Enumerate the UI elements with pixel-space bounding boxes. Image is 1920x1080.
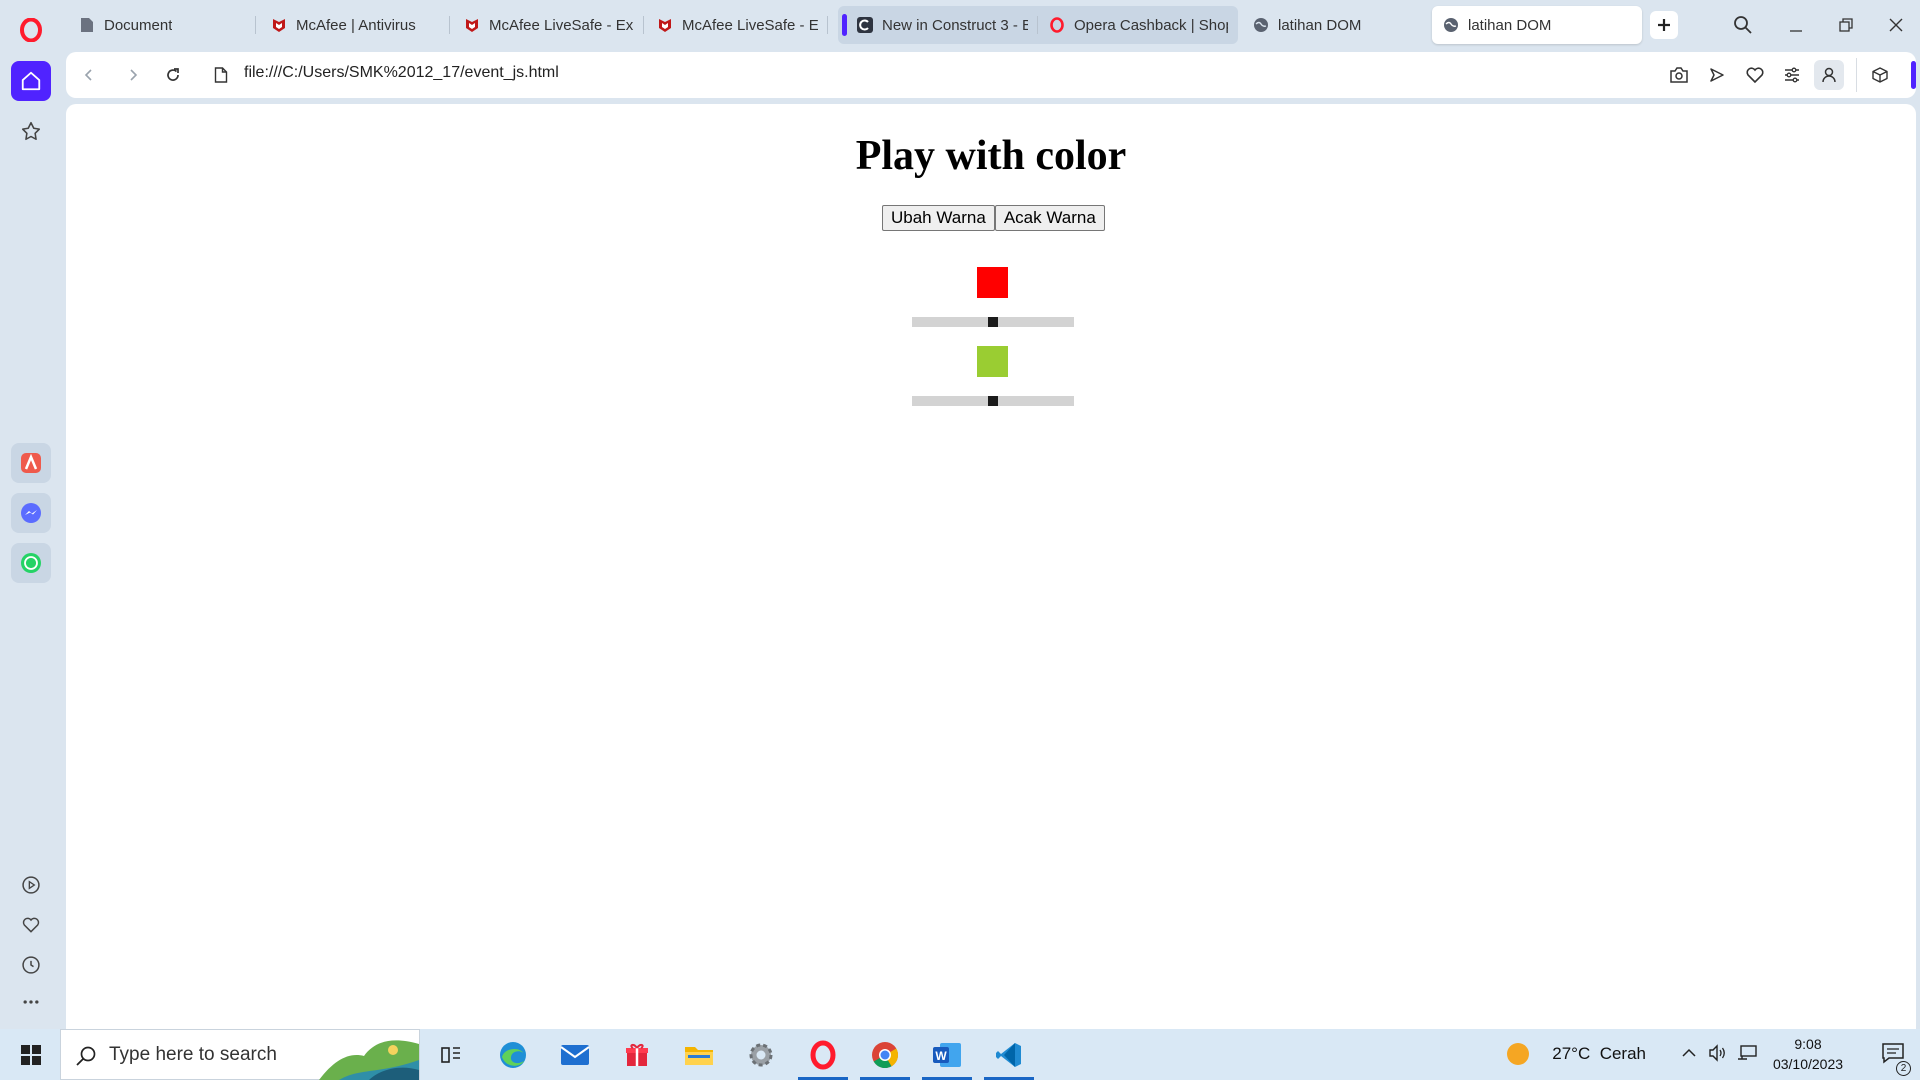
globe-icon bbox=[1252, 16, 1270, 34]
color-slider-1[interactable] bbox=[912, 317, 1074, 327]
weather-widget[interactable]: 27°C Cerah bbox=[1552, 1044, 1646, 1064]
document-icon bbox=[78, 16, 96, 34]
messenger-icon[interactable] bbox=[11, 493, 51, 533]
tab-title: Opera Cashback | Shop bbox=[1074, 16, 1228, 34]
opera-sidebar bbox=[0, 0, 62, 1029]
page-viewport: Play with color Ubah Warna Acak Warna bbox=[66, 104, 1916, 1029]
address-toolbar: file:///C:/Users/SMK%2012_17/event_js.ht… bbox=[66, 52, 1916, 98]
tab-title: latihan DOM bbox=[1278, 16, 1362, 34]
back-icon[interactable] bbox=[74, 60, 104, 90]
windows-start-icon[interactable] bbox=[2, 1029, 60, 1080]
gift-icon[interactable] bbox=[608, 1029, 666, 1080]
word-icon[interactable]: W bbox=[918, 1029, 976, 1080]
file-explorer-icon[interactable] bbox=[670, 1029, 728, 1080]
tab-title: McAfee LiveSafe - Expi bbox=[489, 16, 634, 34]
weather-condition: Cerah bbox=[1599, 1044, 1646, 1063]
mcafee-icon bbox=[656, 16, 674, 34]
tab-title: New in Construct 3 - B bbox=[882, 16, 1028, 34]
tab-title: Document bbox=[104, 16, 173, 34]
history-clock-icon[interactable] bbox=[11, 945, 51, 985]
color-swatch-red bbox=[977, 267, 1008, 298]
bookmark-heart-icon[interactable] bbox=[1740, 60, 1770, 90]
clock[interactable]: 9:08 03/10/2023 bbox=[1768, 1034, 1848, 1074]
extensions-cube-icon[interactable] bbox=[1865, 60, 1895, 90]
notification-count: 2 bbox=[1896, 1061, 1911, 1076]
mcafee-icon bbox=[463, 16, 481, 34]
clock-date: 03/10/2023 bbox=[1772, 1056, 1844, 1072]
color-swatch-green bbox=[977, 346, 1008, 377]
home-icon[interactable] bbox=[11, 61, 51, 101]
notifications-icon[interactable]: 2 bbox=[1880, 1041, 1911, 1076]
page-heading: Play with color bbox=[855, 133, 1127, 179]
send-flow-icon[interactable] bbox=[1702, 60, 1732, 90]
weather-temperature: 27°C bbox=[1552, 1044, 1591, 1063]
weather-sun-icon bbox=[1506, 1042, 1530, 1071]
tab-latihan-dom-active[interactable]: latihan DOM bbox=[1432, 6, 1642, 44]
more-dots-icon[interactable] bbox=[11, 982, 51, 1022]
close-window-icon[interactable] bbox=[1878, 10, 1914, 40]
tab-document[interactable]: Document bbox=[68, 6, 256, 44]
random-color-button[interactable]: Acak Warna bbox=[994, 205, 1105, 231]
construct-icon bbox=[856, 16, 874, 34]
search-icon bbox=[75, 1045, 97, 1072]
svg-text:W: W bbox=[935, 1049, 947, 1063]
mcafee-icon bbox=[270, 16, 288, 34]
slider-thumb[interactable] bbox=[988, 396, 998, 406]
pinboard-icon[interactable] bbox=[11, 111, 51, 151]
snapshot-camera-icon[interactable] bbox=[1664, 60, 1694, 90]
clock-time: 9:08 bbox=[1794, 1036, 1822, 1052]
tab-construct-3[interactable]: New in Construct 3 - B bbox=[838, 6, 1038, 44]
whatsapp-icon[interactable] bbox=[11, 543, 51, 583]
reload-icon[interactable] bbox=[158, 60, 188, 90]
opera-taskbar-icon[interactable] bbox=[794, 1029, 852, 1080]
settings-icon[interactable] bbox=[732, 1029, 790, 1080]
aria-icon[interactable] bbox=[11, 443, 51, 483]
edge-icon[interactable] bbox=[484, 1029, 542, 1080]
tab-title: McAfee LiveSafe - Expi bbox=[682, 16, 818, 34]
minimize-window-icon[interactable] bbox=[1778, 10, 1814, 40]
vscode-icon[interactable] bbox=[980, 1029, 1038, 1080]
restore-window-icon[interactable] bbox=[1828, 10, 1864, 40]
task-view-icon[interactable] bbox=[422, 1029, 480, 1080]
tab-search-icon[interactable] bbox=[1728, 10, 1758, 40]
tab-title: latihan DOM bbox=[1468, 16, 1552, 34]
forward-icon[interactable] bbox=[118, 60, 148, 90]
tab-latihan-dom[interactable]: latihan DOM bbox=[1242, 6, 1422, 44]
show-hidden-icons-chevron-icon[interactable] bbox=[1680, 1044, 1698, 1067]
volume-icon[interactable] bbox=[1708, 1044, 1728, 1067]
profile-icon[interactable] bbox=[1814, 60, 1844, 90]
globe-icon bbox=[1442, 16, 1460, 34]
easy-setup-icon[interactable] bbox=[1777, 60, 1807, 90]
color-button-row: Ubah Warna Acak Warna bbox=[882, 205, 1105, 231]
opera-menu-icon[interactable] bbox=[11, 10, 51, 50]
tab-title: McAfee | Antivirus bbox=[296, 16, 416, 34]
toolbar-divider bbox=[1856, 58, 1857, 92]
tab-mcafee-livesafe-2[interactable]: McAfee LiveSafe - Expi bbox=[646, 6, 828, 44]
new-tab-plus-icon[interactable] bbox=[1650, 11, 1678, 39]
file-page-icon bbox=[206, 60, 236, 90]
chrome-icon[interactable] bbox=[856, 1029, 914, 1080]
search-placeholder: Type here to search bbox=[109, 1043, 277, 1065]
taskbar-search-box[interactable]: Type here to search bbox=[60, 1029, 420, 1080]
mail-icon[interactable] bbox=[546, 1029, 604, 1080]
search-highlight-illustration-icon bbox=[319, 1030, 419, 1080]
tab-mcafee-antivirus[interactable]: McAfee | Antivirus bbox=[260, 6, 450, 44]
url-field[interactable]: file:///C:/Users/SMK%2012_17/event_js.ht… bbox=[244, 64, 559, 82]
sidebar-accent-bar bbox=[1911, 61, 1916, 89]
player-icon[interactable] bbox=[11, 865, 51, 905]
change-color-button[interactable]: Ubah Warna bbox=[882, 205, 995, 231]
tab-mcafee-livesafe-1[interactable]: McAfee LiveSafe - Expi bbox=[453, 6, 644, 44]
color-slider-2[interactable] bbox=[912, 396, 1074, 406]
tab-group-indicator bbox=[842, 14, 847, 36]
windows-taskbar: Type here to search W 27°C Cerah 9:08 03… bbox=[0, 1029, 1920, 1080]
bookmarks-heart-icon[interactable] bbox=[11, 905, 51, 945]
tab-strip: Document McAfee | Antivirus McAfee LiveS… bbox=[62, 0, 1920, 50]
slider-thumb[interactable] bbox=[988, 317, 998, 327]
tab-opera-cashback[interactable]: Opera Cashback | Shop bbox=[1038, 6, 1238, 44]
network-icon[interactable] bbox=[1736, 1044, 1758, 1067]
opera-icon bbox=[1048, 16, 1066, 34]
